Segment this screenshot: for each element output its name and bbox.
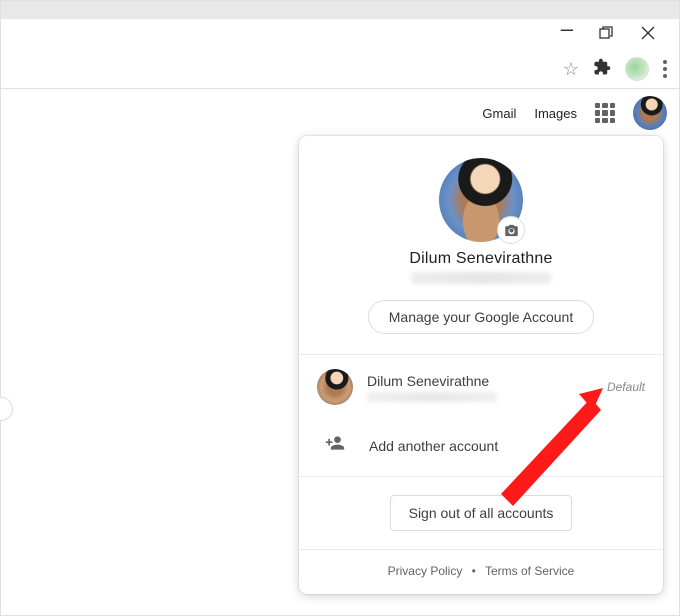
window-titlebar — [1, 1, 679, 19]
account-row-email-blurred — [367, 392, 497, 402]
change-photo-button[interactable] — [497, 216, 525, 244]
profile-avatar-wrap — [439, 158, 523, 242]
privacy-policy-link[interactable]: Privacy Policy — [388, 564, 463, 578]
add-account-icon — [323, 433, 347, 458]
window-controls: – — [561, 19, 679, 49]
maximize-icon[interactable] — [599, 26, 613, 43]
chrome-menu-icon[interactable] — [663, 60, 667, 78]
divider — [299, 476, 663, 477]
extensions-icon[interactable] — [593, 58, 611, 79]
account-row-name: Dilum Senevirathne — [367, 373, 593, 389]
default-account-tag: Default — [607, 380, 645, 394]
left-edge-circle — [0, 397, 13, 421]
apps-grid-icon[interactable] — [595, 103, 615, 123]
account-menu-card: Dilum Senevirathne Manage your Google Ac… — [299, 136, 663, 594]
account-footer: Privacy Policy • Terms of Service — [299, 549, 663, 594]
sign-out-button[interactable]: Sign out of all accounts — [390, 495, 573, 531]
add-account-row[interactable]: Add another account — [299, 419, 663, 476]
manage-account-button[interactable]: Manage your Google Account — [368, 300, 594, 334]
images-link[interactable]: Images — [534, 106, 577, 121]
account-row[interactable]: Dilum Senevirathne Default — [299, 355, 663, 419]
chrome-profile-avatar[interactable] — [625, 57, 649, 81]
camera-icon — [504, 223, 519, 238]
dot-separator: • — [472, 564, 476, 578]
gmail-link[interactable]: Gmail — [482, 106, 516, 121]
terms-of-service-link[interactable]: Terms of Service — [485, 564, 574, 578]
account-avatar[interactable] — [633, 96, 667, 130]
close-icon[interactable] — [641, 25, 655, 43]
account-row-text: Dilum Senevirathne — [367, 373, 593, 402]
account-display-name: Dilum Senevirathne — [299, 250, 663, 268]
google-header: Gmail Images — [482, 96, 667, 130]
account-email-blurred — [411, 272, 551, 284]
account-row-avatar — [317, 369, 353, 405]
browser-toolbar: ☆ — [1, 49, 679, 89]
bookmark-star-icon[interactable]: ☆ — [563, 60, 579, 78]
add-account-label: Add another account — [369, 438, 498, 454]
minimize-icon[interactable]: – — [561, 18, 571, 40]
